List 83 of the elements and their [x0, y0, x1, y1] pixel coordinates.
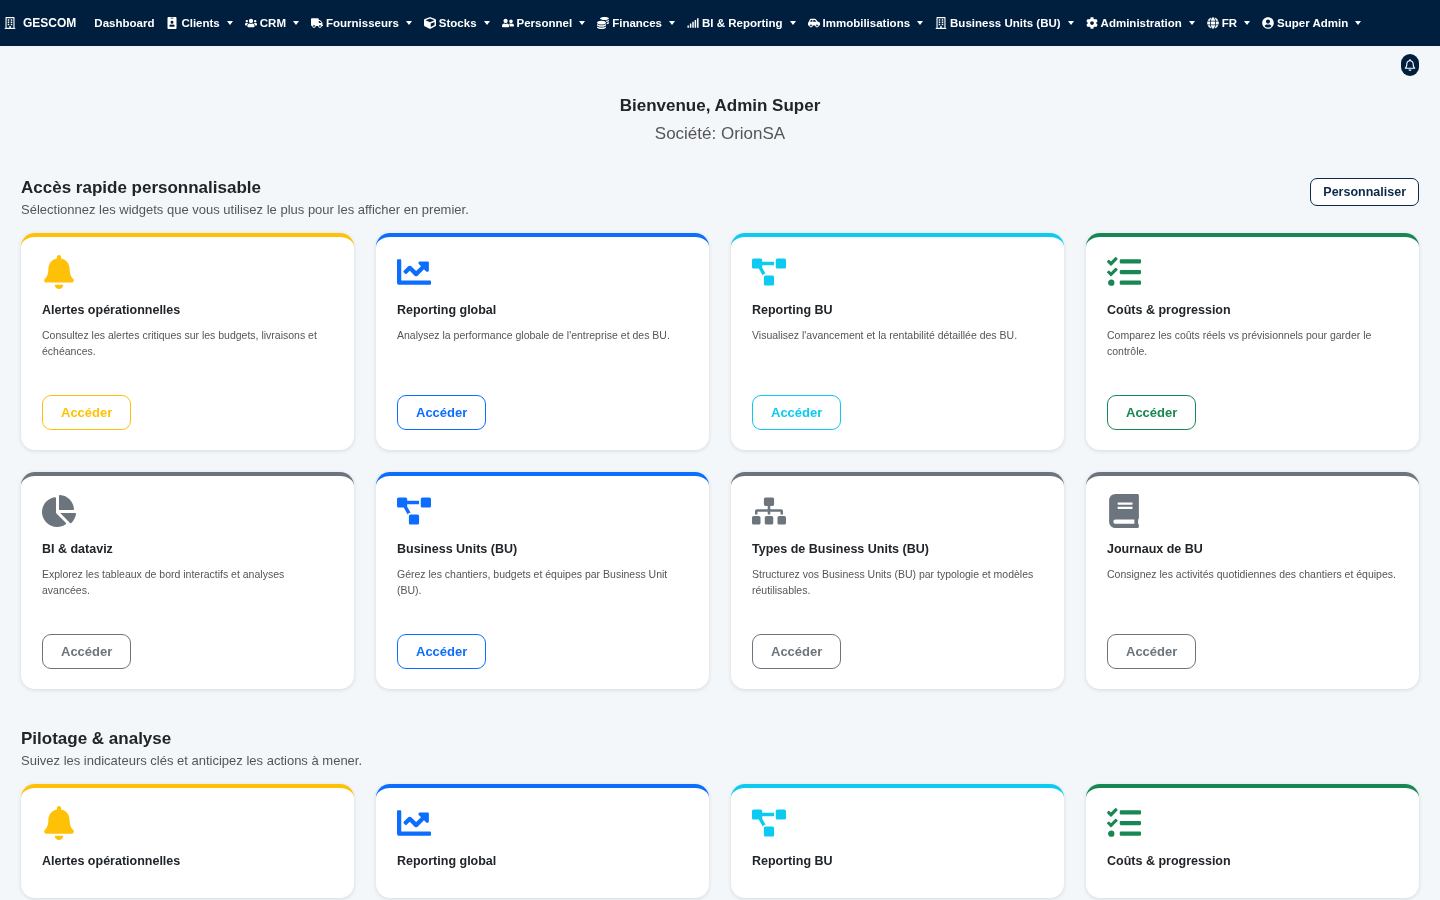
caret-icon — [1355, 21, 1362, 25]
pie-chart-icon — [42, 494, 76, 528]
nav-menu-item[interactable]: Business Units (BU) — [929, 17, 1080, 29]
section-subtitle: Suivez les indicateurs clés et anticipez les actions à mener. — [21, 753, 363, 768]
card-description: Consignez les activités quotidiennes des chantiers et équipes. — [1107, 567, 1397, 582]
nav-menu-item[interactable]: Fournisseurs — [304, 17, 418, 29]
card-description: Comparez les coûts réels vs prévisionnels pour garder le contrôle. — [1107, 328, 1373, 359]
bell-icon — [42, 255, 76, 289]
bell-icon — [42, 806, 76, 840]
access-button[interactable]: Accéder — [397, 395, 487, 430]
globe-icon — [1206, 17, 1219, 29]
nav-menu-item[interactable]: Administration — [1079, 17, 1201, 29]
nav-menu-item[interactable]: CRM — [238, 17, 305, 29]
caret-icon — [1067, 21, 1074, 25]
card-title: BI & dataviz — [42, 542, 114, 556]
card-description: Consultez les alertes critiques sur les budgets, livraisons et échéances. — [42, 328, 318, 359]
card-title: Business Units (BU) — [397, 542, 519, 556]
card-description: Structurez vos Business Units (BU) par typologie et modèles réutilisables. — [752, 567, 1035, 598]
nav-menu-item[interactable]: FR — [1200, 17, 1257, 29]
building-icon — [4, 17, 16, 29]
box-icon — [423, 17, 436, 29]
card-description: Gérez les chantiers, budgets et équipes par Business Unit (BU). — [397, 567, 669, 598]
nav-menu-item[interactable]: Personnel — [495, 17, 592, 29]
access-button[interactable]: Accéder — [1107, 634, 1197, 669]
diagram-icon — [752, 806, 786, 840]
nav-menu-item[interactable]: Finances — [591, 17, 681, 29]
card-title: Alertes opérationnelles — [42, 303, 182, 317]
user-icon — [1262, 17, 1275, 29]
card-description: Visualisez l'avancement et la rentabilité détaillée des BU. — [752, 328, 1019, 343]
diagram-icon — [752, 255, 786, 289]
settings-icon — [1085, 17, 1098, 29]
section-title: Accès rapide personnalisable — [21, 178, 262, 198]
company-name: Société: OrionSA — [654, 124, 786, 144]
car-icon — [807, 17, 820, 29]
access-button[interactable]: Accéder — [1107, 395, 1197, 430]
users-icon — [244, 17, 257, 29]
notification-button[interactable] — [1401, 54, 1419, 76]
card-description: Explorez les tableaux de bord interactifs et analyses avancées. — [42, 567, 286, 598]
users-icon — [501, 17, 514, 29]
book-icon — [1107, 494, 1141, 528]
card-description: Analysez la performance globale de l'entreprise et des BU. — [397, 328, 671, 343]
caret-icon — [579, 21, 586, 25]
nav-menu-item[interactable]: Super Admin — [1256, 17, 1368, 29]
coins-icon — [597, 17, 610, 29]
nav-menu-item[interactable]: Dashboard — [88, 17, 161, 29]
diagram-icon — [397, 494, 431, 528]
card-title: Reporting global — [397, 854, 498, 868]
nav-menu-item[interactable]: BI & Reporting — [681, 17, 802, 29]
card-title: Reporting BU — [752, 854, 834, 868]
nav-menu-item[interactable]: Clients — [160, 17, 239, 29]
caret-icon — [1188, 21, 1195, 25]
customize-button[interactable]: Personnaliser — [1310, 178, 1419, 206]
access-button[interactable]: Accéder — [397, 634, 487, 669]
card-title: Alertes opérationnelles — [42, 854, 182, 868]
building-icon — [935, 17, 948, 29]
checklist-icon — [1107, 255, 1141, 289]
hierarchy-icon — [752, 494, 786, 528]
truck-icon — [310, 17, 323, 29]
card-title: Reporting global — [397, 303, 498, 317]
caret-icon — [226, 21, 233, 25]
section-subtitle: Sélectionnez les widgets que vous utilisez le plus pour les afficher en premier. — [21, 202, 469, 217]
card-title: Journaux de BU — [1107, 542, 1204, 556]
card-title: Types de Business Units (BU) — [752, 542, 930, 556]
card-title: Coûts & progression — [1107, 854, 1232, 868]
caret-icon — [669, 21, 675, 25]
brand-link[interactable]: GESCOM — [4, 16, 77, 30]
card-title: Reporting BU — [752, 303, 834, 317]
caret-icon — [405, 21, 412, 25]
caret-icon — [917, 21, 924, 25]
nav-menu-item[interactable]: Immobilisations — [801, 17, 930, 29]
bar-chart-icon — [687, 17, 699, 29]
access-button[interactable]: Accéder — [42, 634, 132, 669]
nav-menu-item[interactable]: Stocks — [417, 17, 496, 29]
caret-icon — [483, 21, 490, 25]
card-title: Coûts & progression — [1107, 303, 1232, 317]
section-title: Pilotage & analyse — [21, 729, 173, 749]
caret-icon — [1244, 21, 1251, 25]
access-button[interactable]: Accéder — [752, 634, 842, 669]
caret-icon — [292, 21, 299, 25]
welcome-title: Bienvenue, Admin Super — [619, 96, 821, 116]
checklist-icon — [1107, 806, 1141, 840]
caret-icon — [789, 21, 796, 25]
badge-icon — [166, 17, 179, 29]
